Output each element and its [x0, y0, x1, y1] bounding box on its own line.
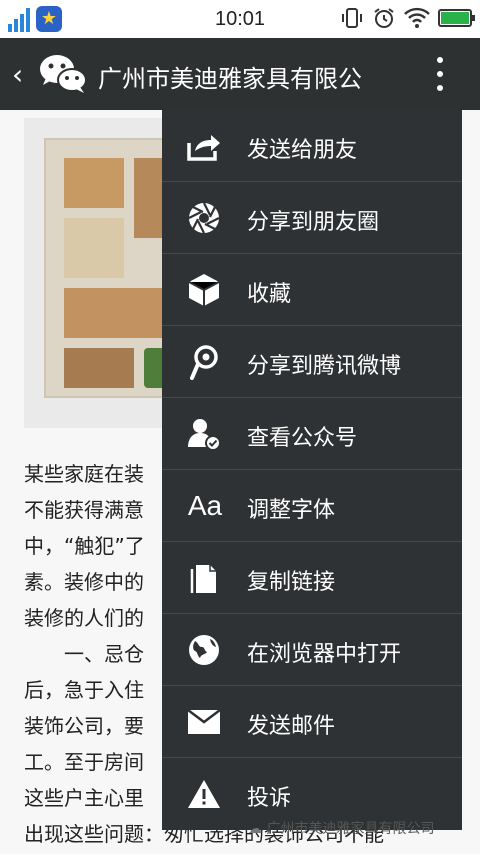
back-button[interactable]: ‹	[12, 58, 23, 91]
mail-icon	[186, 704, 222, 740]
vibrate-icon	[342, 8, 362, 28]
status-bar: ★ 10:01	[0, 0, 480, 38]
status-right	[340, 6, 475, 30]
overflow-menu: 发送给朋友 分享到朋友圈 收藏 分享到腾讯微博 查看公众号 Aa 调整字体 复制…	[162, 110, 462, 830]
menu-item-copy-link[interactable]: 复制链接	[162, 542, 462, 614]
wifi-icon	[404, 7, 430, 28]
weibo-icon	[186, 344, 222, 380]
share-icon	[186, 128, 222, 164]
wechat-logo-icon	[40, 55, 87, 93]
menu-item-open-in-browser[interactable]: 在浏览器中打开	[162, 614, 462, 686]
menu-item-send-email[interactable]: 发送邮件	[162, 686, 462, 758]
menu-item-font-size[interactable]: Aa 调整字体	[162, 470, 462, 542]
report-icon	[186, 776, 222, 812]
menu-item-favorite[interactable]: 收藏	[162, 254, 462, 326]
font-size-icon: Aa	[187, 490, 223, 521]
watermark: ☁ 广州市美迪雅家具有限公司	[248, 821, 435, 837]
menu-item-view-official-account[interactable]: 查看公众号	[162, 398, 462, 470]
copy-link-icon	[186, 560, 222, 596]
action-bar: ‹ 广州市美迪雅家具有限公	[0, 38, 480, 110]
menu-item-share-weibo[interactable]: 分享到腾讯微博	[162, 326, 462, 398]
favorite-icon	[186, 272, 222, 308]
menu-item-send-to-friend[interactable]: 发送给朋友	[162, 110, 462, 182]
more-options-button[interactable]	[430, 54, 450, 94]
official-account-icon	[186, 416, 222, 452]
page-title: 广州市美迪雅家具有限公	[98, 65, 362, 93]
battery-icon	[438, 9, 475, 27]
alarm-icon	[374, 8, 394, 28]
globe-icon	[186, 632, 222, 668]
moments-icon	[186, 200, 222, 236]
menu-item-share-moments[interactable]: 分享到朋友圈	[162, 182, 462, 254]
